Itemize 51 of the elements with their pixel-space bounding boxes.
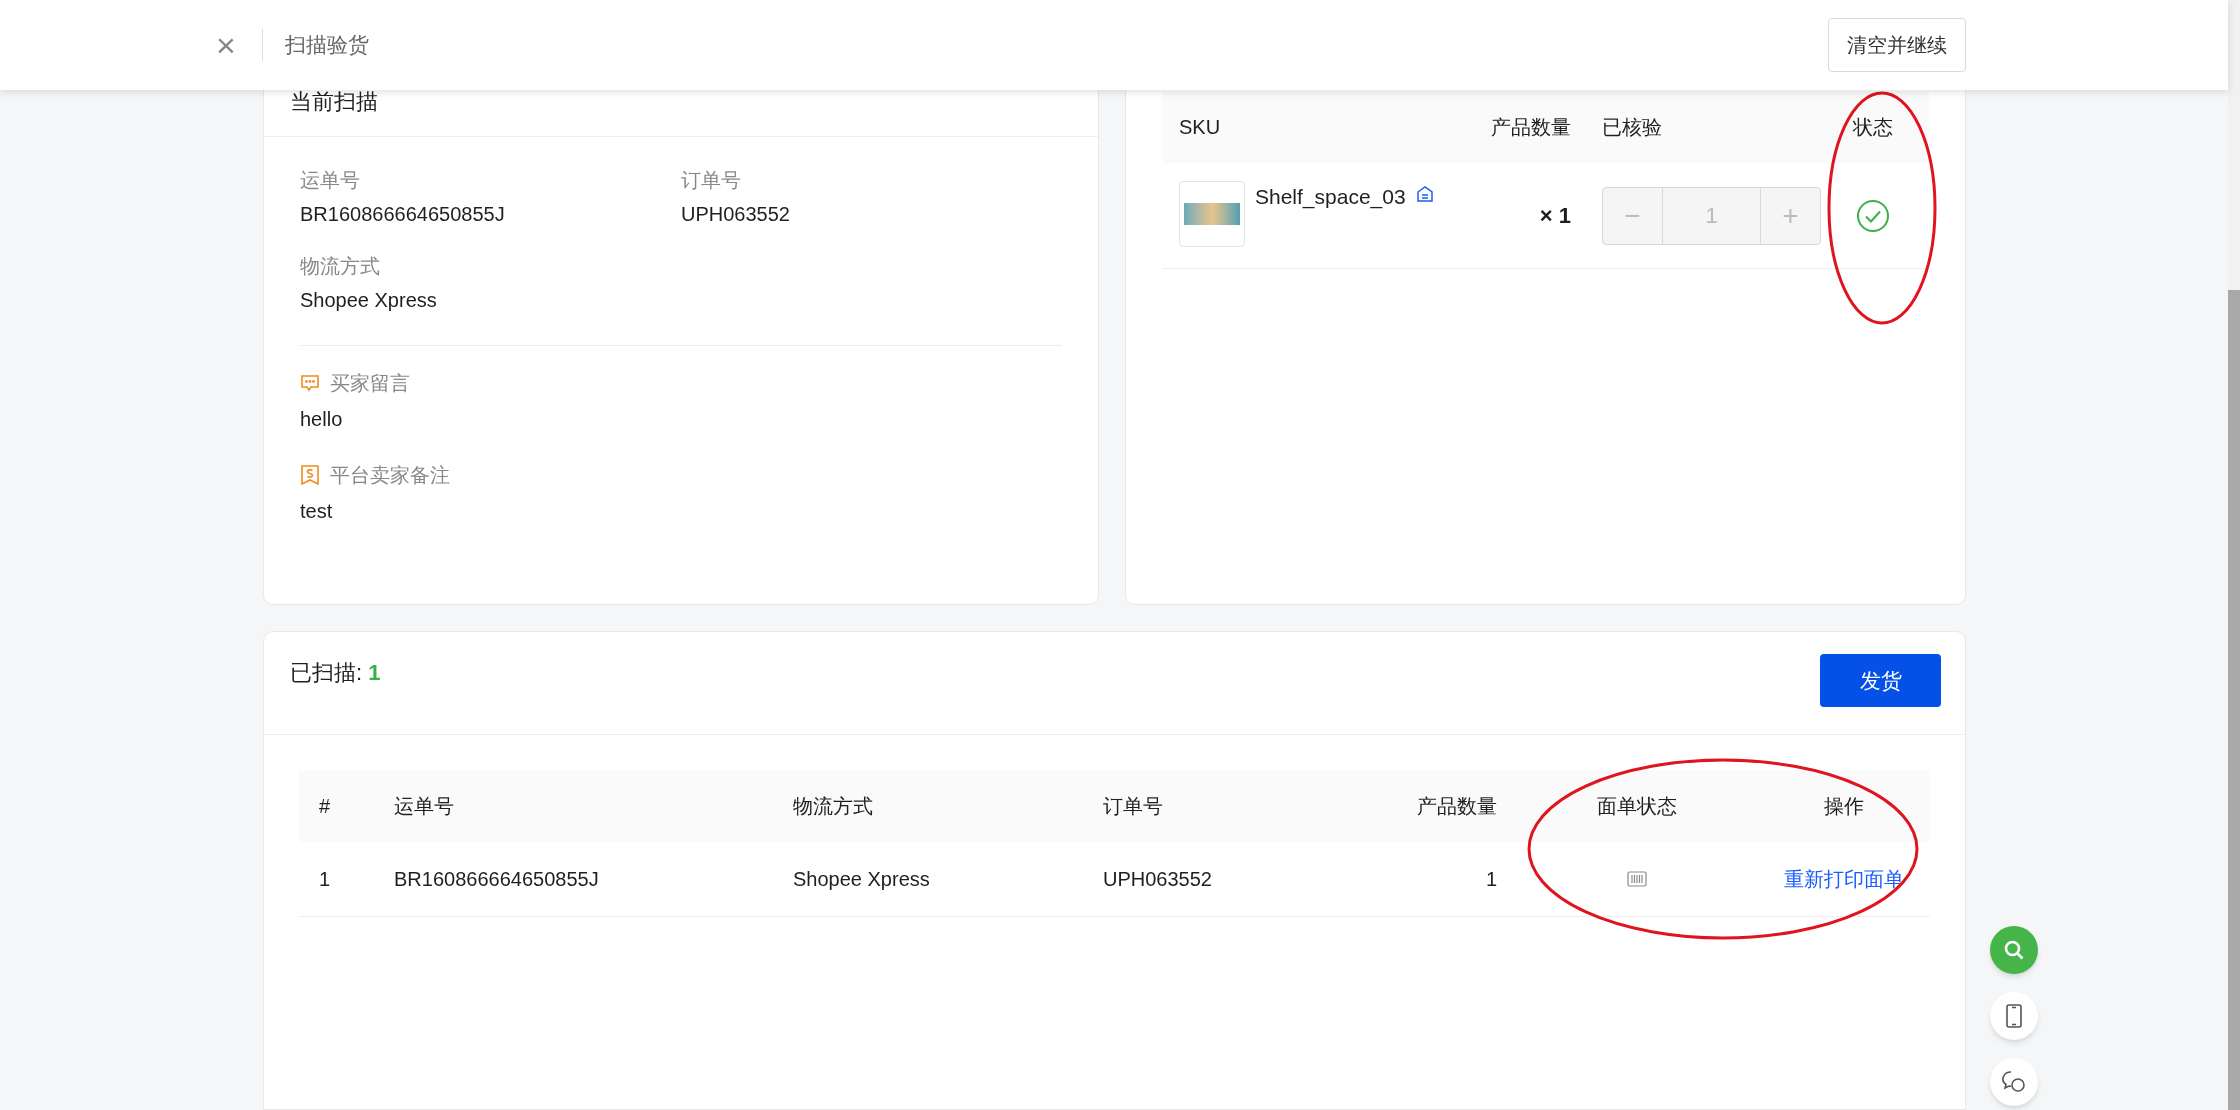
field-value: UPH063552 [681, 202, 791, 227]
reprint-label-link[interactable]: 重新打印面单 [1783, 864, 1904, 894]
page-title: 扫描验货 [285, 32, 369, 59]
field-label: 订单号 [681, 168, 742, 193]
note-value: hello [300, 407, 344, 432]
column-header: 已核验 [1601, 115, 1663, 140]
scanned-label: 已扫描: [290, 659, 363, 687]
search-button[interactable] [1990, 926, 2038, 974]
table-cell-text: Shopee Xpress [792, 867, 931, 892]
chat-bubbles-icon [2001, 1070, 2027, 1094]
note-label: 平台卖家备注 [330, 463, 450, 488]
note-label: 买家留言 [330, 371, 410, 396]
column-header: 面单状态 [1597, 794, 1677, 819]
clear-continue-button[interactable]: 清空并继续 [1828, 18, 1966, 72]
field-label: 运单号 [300, 168, 361, 193]
table-cell-text: 1 [318, 867, 332, 892]
mobile-button[interactable] [1990, 992, 2038, 1040]
scanned-count: 1 [368, 659, 381, 687]
search-icon [2003, 939, 2025, 961]
field-label: 物流方式 [300, 254, 381, 279]
sku-name: Shelf_space_03 [1255, 184, 1406, 211]
chat-button[interactable] [1990, 1058, 2038, 1106]
card-title: 当前扫描 [290, 88, 378, 116]
field-value: BR160866664650855J [300, 202, 506, 227]
column-header: 操作 [1823, 794, 1864, 819]
column-header: # [318, 794, 332, 819]
table-cell-text: 1 [1485, 867, 1498, 892]
column-header: SKU [1179, 115, 1222, 140]
column-header: 状态 [1853, 115, 1893, 140]
chat-icon [300, 373, 320, 393]
column-header: 运单号 [393, 794, 455, 819]
barcode-icon [1627, 871, 1647, 887]
field-value: Shopee Xpress [300, 288, 438, 313]
note-icon [300, 464, 320, 486]
table-cell-text: UPH063552 [1102, 867, 1213, 892]
decrement-button[interactable]: − [1603, 187, 1663, 244]
column-header: 产品数量 [1417, 794, 1498, 819]
verified-count: 1 [1704, 202, 1719, 230]
column-header: 订单号 [1102, 794, 1164, 819]
phone-icon [2006, 1004, 2022, 1028]
column-header: 产品数量 [1491, 115, 1572, 140]
quantity-stepper[interactable]: − 1 + [1602, 186, 1821, 245]
product-quantity: × 1 [1539, 202, 1572, 230]
scrollbar-thumb[interactable] [2228, 290, 2240, 1110]
warehouse-icon [1415, 185, 1434, 203]
product-thumbnail [1179, 181, 1245, 247]
column-header: 物流方式 [792, 794, 874, 819]
table-cell-text: BR160866664650855J [393, 867, 600, 892]
ship-button[interactable]: 发货 [1820, 654, 1941, 707]
close-button[interactable]: × [212, 28, 240, 62]
note-value: test [300, 499, 334, 524]
